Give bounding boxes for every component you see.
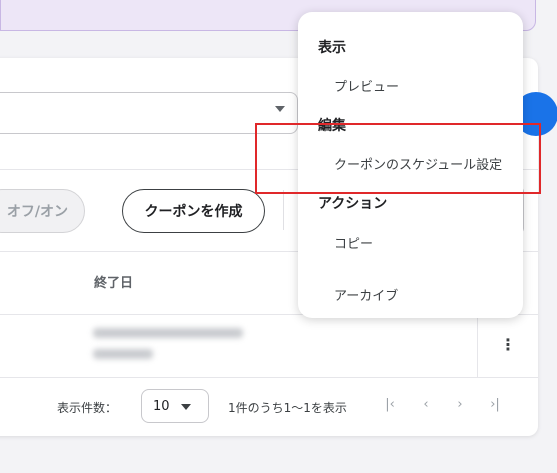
toolbar-separator bbox=[283, 190, 284, 230]
last-page-icon[interactable]: ›| bbox=[487, 397, 503, 412]
next-page-icon[interactable]: › bbox=[452, 397, 468, 412]
column-header-end-date[interactable]: 終了日 bbox=[94, 272, 133, 291]
menu-item-copy[interactable]: コピー bbox=[334, 233, 373, 252]
rows-per-page-value: 10 bbox=[153, 399, 170, 414]
divider bbox=[0, 377, 538, 378]
filter-select[interactable] bbox=[0, 92, 298, 134]
first-page-icon[interactable]: |‹ bbox=[382, 397, 398, 412]
chevron-down-icon bbox=[275, 106, 285, 112]
row-divider bbox=[477, 314, 478, 377]
redacted-text bbox=[93, 328, 243, 338]
screen: オフ/オン クーポンを作成 終了日 ⋮ 表示件数： 10 1件のうち1～1を表示… bbox=[0, 0, 557, 473]
menu-section-actions: アクション bbox=[318, 196, 388, 212]
rows-per-page-select[interactable] bbox=[141, 389, 209, 423]
highlight-box bbox=[255, 123, 541, 194]
create-coupon-button[interactable]: クーポンを作成 bbox=[122, 189, 265, 233]
chevron-down-icon bbox=[181, 404, 191, 410]
kebab-menu-icon[interactable]: ⋮ bbox=[500, 337, 516, 353]
pagination-info: 1件のうち1～1を表示 bbox=[228, 401, 347, 415]
menu-item-preview[interactable]: プレビュー bbox=[334, 76, 399, 95]
redacted-text bbox=[93, 349, 153, 359]
rows-per-page-label: 表示件数： bbox=[57, 401, 118, 415]
menu-item-archive[interactable]: アーカイブ bbox=[334, 285, 398, 304]
toggle-off-on-button[interactable]: オフ/オン bbox=[0, 189, 85, 233]
menu-section-view: 表示 bbox=[318, 40, 346, 56]
prev-page-icon[interactable]: ‹ bbox=[418, 397, 434, 412]
